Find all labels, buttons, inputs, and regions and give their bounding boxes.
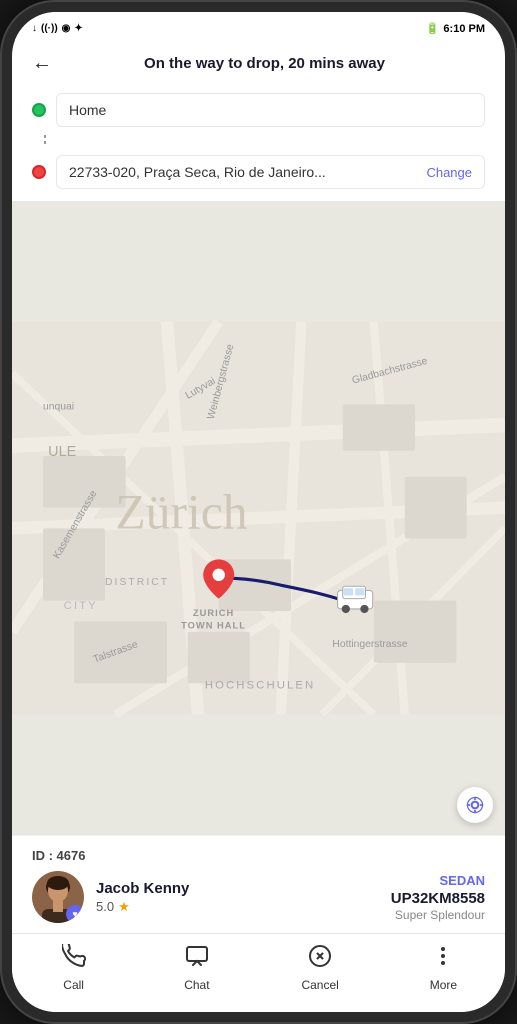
my-location-button[interactable]	[457, 787, 493, 823]
tab-chat[interactable]: Chat	[135, 944, 258, 992]
svg-text:unquai: unquai	[43, 401, 74, 412]
driver-left: ♥ Jacob Kenny 5.0 ★	[32, 871, 189, 923]
chat-icon	[185, 944, 209, 974]
call-label: Call	[63, 978, 84, 992]
page-title: On the way to drop, 20 mins away	[64, 55, 465, 72]
phone-frame: ↓ ((·)) ◉ ✦ 🔋 6:10 PM ← On the way to dr…	[0, 0, 517, 1024]
cancel-label: Cancel	[301, 978, 338, 992]
destination-input[interactable]: 22733-020, Praça Seca, Rio de Janeiro...…	[56, 155, 485, 189]
main-content: ← On the way to drop, 20 mins away Home …	[12, 40, 505, 1012]
destination-row: 22733-020, Praça Seca, Rio de Janeiro...…	[32, 155, 485, 189]
route-inputs: Home 22733-020, Praça Seca, Rio de Janei…	[12, 85, 505, 201]
map-container: Weinbergstrasse Gladbachstrasse Kasemens…	[12, 201, 505, 835]
driver-details: Jacob Kenny 5.0 ★	[96, 880, 189, 915]
destination-dot	[32, 165, 46, 179]
tab-bar: Call Chat	[12, 933, 505, 1012]
call-icon	[62, 944, 86, 974]
destination-text: 22733-020, Praça Seca, Rio de Janeiro...	[69, 164, 326, 180]
back-button[interactable]: ←	[32, 52, 52, 75]
svg-text:TOWN HALL: TOWN HALL	[181, 621, 246, 631]
battery-icon: 🔋	[426, 22, 440, 35]
vehicle-plate: UP32KM8558	[391, 890, 485, 907]
tab-cancel[interactable]: Cancel	[259, 944, 382, 992]
svg-text:CITY: CITY	[64, 600, 98, 612]
route-connector	[44, 135, 46, 147]
heart-badge: ♥	[66, 905, 84, 923]
map-svg: Weinbergstrasse Gladbachstrasse Kasemens…	[12, 201, 505, 835]
tab-call[interactable]: Call	[12, 944, 135, 992]
svg-text:DISTRICT: DISTRICT	[105, 577, 169, 588]
status-left: ↓ ((·)) ◉ ✦	[32, 23, 83, 34]
cancel-icon	[308, 944, 332, 974]
driver-rating: 5.0 ★	[96, 899, 189, 915]
vehicle-model: Super Splendour	[391, 908, 485, 922]
status-right: 🔋 6:10 PM	[426, 22, 485, 35]
driver-row: ♥ Jacob Kenny 5.0 ★ SEDAN UP32KM8558	[32, 871, 485, 923]
vehicle-type: SEDAN	[391, 873, 485, 888]
signal-down-icon: ↓	[32, 23, 37, 34]
phone-screen: ↓ ((·)) ◉ ✦ 🔋 6:10 PM ← On the way to dr…	[12, 12, 505, 1012]
svg-text:ZURICH: ZURICH	[193, 608, 234, 618]
driver-info-panel: ID : 4676	[12, 835, 505, 933]
driver-name: Jacob Kenny	[96, 880, 189, 897]
time-display: 6:10 PM	[443, 23, 485, 35]
driver-avatar: ♥	[32, 871, 84, 923]
page-header: ← On the way to drop, 20 mins away	[12, 40, 505, 85]
more-label: More	[430, 978, 457, 992]
more-icon	[431, 944, 455, 974]
connector-row	[32, 135, 485, 147]
driver-id: ID : 4676	[32, 848, 485, 863]
vehicle-info: SEDAN UP32KM8558 Super Splendour	[391, 873, 485, 922]
tab-more[interactable]: More	[382, 944, 505, 992]
origin-input[interactable]: Home	[56, 93, 485, 127]
star-icon: ★	[118, 899, 130, 915]
origin-dot	[32, 103, 46, 117]
svg-text:ULE: ULE	[48, 444, 76, 460]
wifi-icon: ((·))	[41, 23, 58, 34]
rating-value: 5.0	[96, 899, 114, 914]
svg-text:Zürich: Zürich	[115, 484, 247, 539]
origin-row: Home	[32, 93, 485, 127]
change-button[interactable]: Change	[426, 165, 472, 180]
car-icon	[338, 586, 373, 613]
location-icon: ◉	[62, 23, 71, 34]
status-bar: ↓ ((·)) ◉ ✦ 🔋 6:10 PM	[12, 12, 505, 40]
svg-text:Hottingerstrasse: Hottingerstrasse	[332, 639, 407, 650]
chat-label: Chat	[184, 978, 209, 992]
svg-text:HOCHSCHULEN: HOCHSCHULEN	[205, 680, 315, 692]
bluetooth-icon: ✦	[74, 23, 82, 34]
